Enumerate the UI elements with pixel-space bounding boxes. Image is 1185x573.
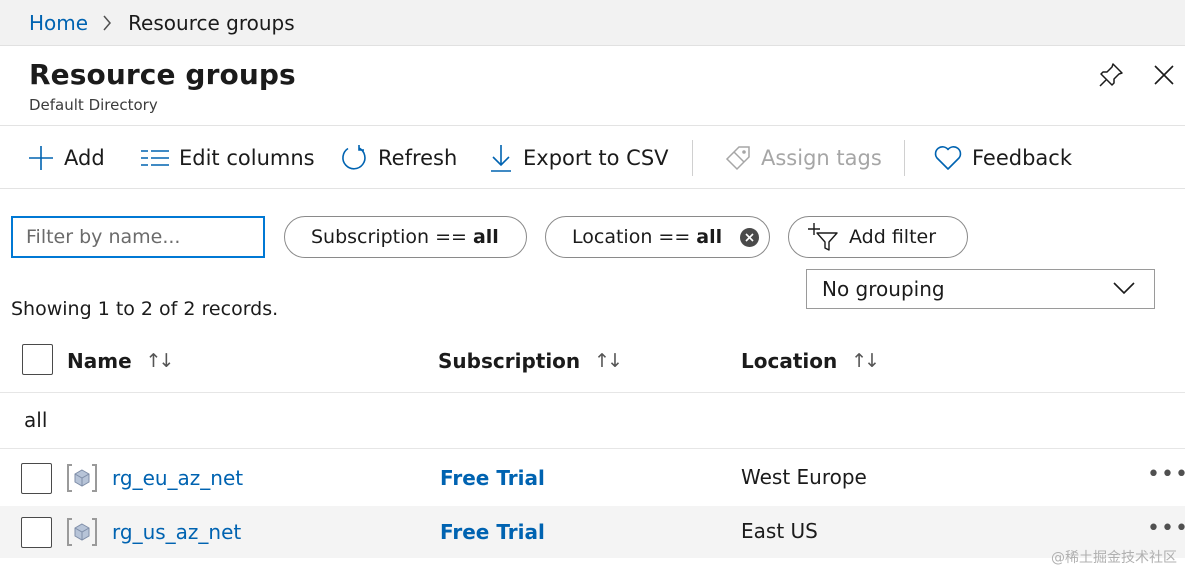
- breadcrumb-current: Resource groups: [128, 10, 295, 35]
- select-all-checkbox[interactable]: [22, 344, 53, 375]
- subscription-filter-label: Subscription ==: [311, 226, 467, 248]
- table-divider: [0, 392, 1185, 393]
- location-filter-value: all: [696, 226, 723, 248]
- pin-icon: [1099, 63, 1123, 87]
- pin-button[interactable]: [1096, 60, 1126, 90]
- columns-icon: [141, 150, 169, 166]
- subscription-link[interactable]: Free Trial: [440, 520, 545, 544]
- add-filter-icon: [808, 223, 838, 251]
- sort-icon: ↑↓: [594, 350, 623, 372]
- edit-columns-label: Edit columns: [179, 146, 315, 170]
- refresh-label: Refresh: [378, 146, 458, 170]
- refresh-button[interactable]: Refresh: [340, 140, 457, 176]
- table-row[interactable]: rg_eu_az_net Free Trial West Europe •••: [0, 452, 1185, 504]
- column-header-location[interactable]: Location ↑↓: [741, 346, 880, 376]
- sort-icon: ↑↓: [851, 350, 880, 372]
- more-actions-icon[interactable]: •••: [1147, 516, 1185, 541]
- subscription-filter-value: all: [472, 226, 499, 248]
- plus-icon: [29, 146, 53, 170]
- column-header-subscription[interactable]: Subscription ↑↓: [438, 346, 623, 376]
- row-checkbox[interactable]: [21, 517, 52, 548]
- export-csv-button[interactable]: Export to CSV: [489, 140, 669, 176]
- location-value: West Europe: [741, 465, 867, 489]
- clear-filter-icon[interactable]: [740, 228, 759, 247]
- table-row[interactable]: rg_us_az_net Free Trial East US •••: [0, 506, 1185, 558]
- watermark: @稀土掘金技术社区: [1051, 550, 1177, 566]
- breadcrumb: Home Resource groups: [0, 0, 1185, 46]
- assign-tags-label: Assign tags: [761, 146, 882, 170]
- tag-icon: [725, 146, 750, 171]
- command-bar: Add Edit columns Refresh Export to CSV A…: [0, 125, 1185, 189]
- feedback-label: Feedback: [972, 146, 1073, 170]
- add-filter-button[interactable]: Add filter: [788, 216, 968, 258]
- grouping-selected-value: No grouping: [822, 277, 945, 301]
- download-icon: [491, 145, 511, 172]
- heart-icon: [934, 146, 962, 170]
- subscription-filter-pill[interactable]: Subscription == all: [284, 216, 527, 258]
- sort-icon: ↑↓: [145, 350, 175, 372]
- close-button[interactable]: [1149, 60, 1179, 90]
- filter-by-name-input[interactable]: [11, 216, 265, 258]
- column-header-name[interactable]: Name ↑↓: [67, 346, 175, 376]
- chevron-right-icon: [102, 15, 112, 31]
- export-csv-label: Export to CSV: [523, 146, 669, 170]
- chevron-down-icon: [1113, 282, 1135, 295]
- refresh-icon: [342, 145, 366, 170]
- group-label: all: [24, 408, 48, 432]
- column-header-subscription-label: Subscription: [438, 349, 581, 373]
- breadcrumb-home-link[interactable]: Home: [29, 11, 88, 35]
- subscription-link[interactable]: Free Trial: [440, 466, 545, 490]
- edit-columns-button[interactable]: Edit columns: [141, 140, 315, 176]
- grouping-dropdown[interactable]: No grouping: [806, 269, 1155, 309]
- toolbar-divider: [904, 140, 905, 176]
- close-icon: [1154, 65, 1174, 85]
- row-checkbox[interactable]: [21, 463, 52, 494]
- records-count: Showing 1 to 2 of 2 records.: [11, 298, 279, 320]
- resource-group-icon: [67, 518, 97, 546]
- toolbar-divider: [692, 140, 693, 176]
- assign-tags-button[interactable]: Assign tags: [725, 140, 882, 176]
- resource-group-name-link[interactable]: rg_eu_az_net: [112, 466, 243, 490]
- add-label: Add: [64, 146, 105, 170]
- resource-group-icon: [67, 464, 97, 492]
- resource-group-name-link[interactable]: rg_us_az_net: [112, 520, 241, 544]
- page-subtitle: Default Directory: [29, 96, 158, 114]
- add-filter-label: Add filter: [849, 226, 937, 248]
- column-header-location-label: Location: [741, 349, 838, 373]
- location-filter-label: Location ==: [572, 226, 691, 248]
- location-value: East US: [741, 519, 818, 543]
- column-header-name-label: Name: [67, 349, 132, 373]
- page-title: Resource groups: [29, 58, 296, 91]
- more-actions-icon[interactable]: •••: [1147, 462, 1185, 487]
- feedback-button[interactable]: Feedback: [934, 140, 1072, 176]
- table-divider: [0, 448, 1185, 449]
- add-button[interactable]: Add: [28, 140, 105, 176]
- location-filter-pill[interactable]: Location == all: [545, 216, 770, 258]
